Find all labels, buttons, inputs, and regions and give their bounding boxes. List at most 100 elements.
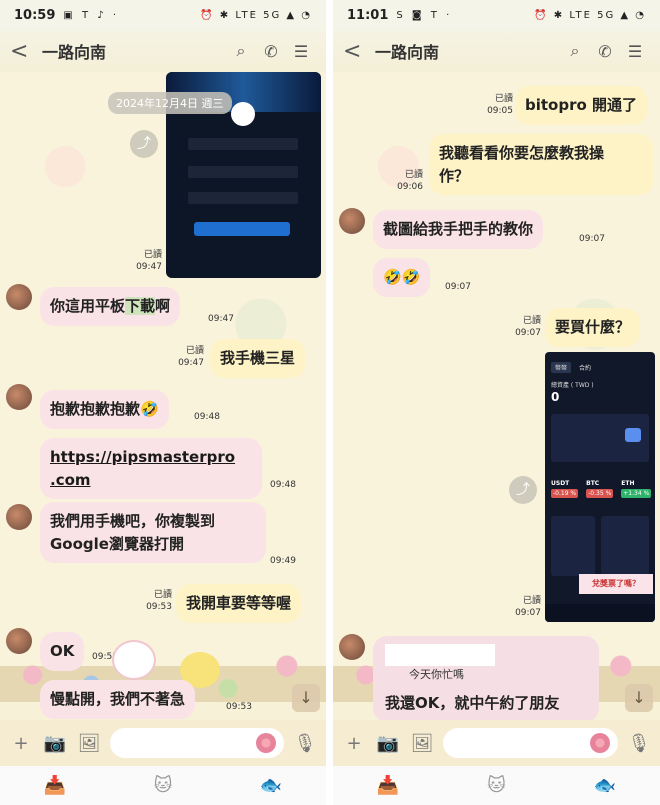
crypto-card-small bbox=[601, 516, 649, 576]
image-icon[interactable]: 🖼 bbox=[409, 733, 435, 754]
message-bubble[interactable]: 我聽看看你要怎麼教我操 作？ bbox=[429, 134, 653, 195]
crypto-bottom-nav bbox=[545, 604, 655, 622]
menu-icon[interactable]: ☰ bbox=[620, 42, 650, 61]
coin-cell: USDT -0.19 % bbox=[551, 480, 579, 498]
message-bubble[interactable]: 我手機三星 bbox=[210, 339, 306, 378]
message-meta: 已讀 09:07 bbox=[515, 316, 541, 338]
crypto-tab: 幣幣 bbox=[551, 362, 572, 373]
avatar[interactable] bbox=[6, 504, 32, 530]
cat-icon[interactable]: 🐱 bbox=[487, 775, 506, 796]
message-meta: 已讀 09:47 bbox=[178, 346, 204, 368]
back-icon[interactable]: < bbox=[343, 39, 371, 64]
search-icon[interactable]: ⌕ bbox=[560, 41, 590, 61]
chat-screen-right: 11:01 S ◙ 𝖳 · ⏰ ✱ LTE 5G ▲ ◔ < 一路向南 ⌕ ✆ … bbox=[333, 0, 660, 805]
quoted-preview bbox=[385, 644, 495, 666]
message-bubble[interactable]: 你這用平板下載啊 bbox=[40, 287, 181, 326]
share-icon[interactable]: ⤴ bbox=[130, 130, 158, 158]
chat-area[interactable]: 已讀 09:05 bitopro 開通了 已讀 09:06 我聽看看你要怎麼教我… bbox=[333, 72, 660, 722]
avatar[interactable] bbox=[6, 628, 32, 654]
message-bubble[interactable]: 抱歉抱歉抱歉🤣 bbox=[40, 390, 169, 429]
image-meta: 已讀 09:07 bbox=[515, 596, 541, 618]
message-bubble[interactable]: 慢點開，我們不著急 bbox=[40, 680, 196, 719]
reply-text: 我還OK，就中午約了朋友 bbox=[385, 694, 560, 712]
crypto-balance: 0 bbox=[551, 390, 560, 404]
inbox-icon[interactable]: 📥 bbox=[377, 775, 399, 796]
message-input[interactable] bbox=[110, 728, 284, 758]
image-avatar-icon bbox=[231, 102, 255, 126]
chat-title: 一路向南 bbox=[42, 43, 107, 62]
scroll-down-icon[interactable]: ↓ bbox=[625, 684, 653, 712]
avatar[interactable] bbox=[6, 284, 32, 310]
chat-header: < 一路向南 ⌕ ✆ ☰ bbox=[333, 30, 660, 72]
input-bar: + 📷 🖼 🎙 bbox=[0, 720, 326, 766]
plus-icon[interactable]: + bbox=[8, 733, 34, 754]
link-line[interactable]: https://pipsmasterpro bbox=[50, 446, 252, 469]
chat-header: < 一路向南 ⌕ ✆ ☰ bbox=[0, 30, 326, 72]
status-time: 11:01 bbox=[347, 7, 389, 23]
reply-message[interactable]: 今天你忙嗎 我還OK，就中午約了朋友 bbox=[373, 636, 599, 722]
mic-icon[interactable]: 🎙 bbox=[292, 733, 318, 754]
avatar[interactable] bbox=[339, 208, 365, 234]
chat-title: 一路向南 bbox=[375, 43, 440, 62]
message-bubble[interactable]: 截圖給我手把手的教你 bbox=[373, 210, 544, 249]
message-time: 09:48 bbox=[194, 412, 220, 422]
scroll-down-icon[interactable]: ↓ bbox=[292, 684, 320, 712]
input-bar: + 📷 🖼 🎙 bbox=[333, 720, 660, 766]
share-icon[interactable]: ⤴ bbox=[509, 476, 537, 504]
mic-icon[interactable]: 🎙 bbox=[626, 733, 652, 754]
avatar[interactable] bbox=[339, 634, 365, 660]
message-time: 09:07 bbox=[445, 282, 471, 292]
message-bubble[interactable]: 🤣🤣 bbox=[373, 258, 431, 297]
date-chip: 2024年12月4日 週三 bbox=[108, 92, 232, 114]
crypto-tab: 合約 bbox=[579, 365, 592, 372]
link-message[interactable]: https://pipsmasterpro .com bbox=[40, 438, 262, 499]
message-meta: 已讀 09:06 bbox=[397, 170, 423, 192]
message-bubble[interactable]: 我們用手機吧，你複製到 Google瀏覽器打開 bbox=[40, 502, 266, 563]
quoted-text: 今天你忙嗎 bbox=[409, 668, 464, 681]
screenshot-collage: 10:59 ▣ 𝖳 ♪ · ⏰ ✱ LTE 5G ▲ ◔ < 一路向南 ⌕ ✆ … bbox=[0, 0, 660, 805]
cat-icon[interactable]: 🐱 bbox=[154, 775, 173, 796]
coin-cell: ETH +1.34 % bbox=[621, 480, 652, 498]
promo-illustration bbox=[625, 428, 641, 442]
crypto-promo-card bbox=[551, 414, 649, 462]
fish-icon[interactable]: 🐟 bbox=[260, 775, 282, 796]
inbox-icon[interactable]: 📥 bbox=[44, 775, 66, 796]
avatar[interactable] bbox=[6, 384, 32, 410]
message-time: 09:53 bbox=[226, 702, 252, 712]
crypto-banner: 兌獎票了嗎？ bbox=[579, 574, 653, 594]
status-time: 10:59 bbox=[14, 7, 56, 23]
camera-icon[interactable]: 📷 bbox=[375, 733, 401, 754]
bottom-nav: 📥 🐱 🐟 bbox=[333, 766, 660, 805]
message-bubble[interactable]: OK bbox=[40, 632, 85, 671]
sticker-icon[interactable] bbox=[256, 733, 276, 753]
message-time: 09:48 bbox=[270, 480, 296, 490]
search-icon[interactable]: ⌕ bbox=[226, 41, 256, 61]
message-time: 09:07 bbox=[579, 234, 605, 244]
message-time: 09:47 bbox=[208, 314, 234, 324]
menu-icon[interactable]: ☰ bbox=[286, 42, 316, 61]
link-line[interactable]: .com bbox=[50, 469, 252, 492]
message-bubble[interactable]: 我開車要等等喔 bbox=[176, 584, 302, 623]
notification-icons: ▣ 𝖳 ♪ · bbox=[63, 9, 120, 21]
back-icon[interactable]: < bbox=[10, 39, 38, 64]
coin-cell: BTC -0.35 % bbox=[586, 480, 614, 498]
image-icon[interactable]: 🖼 bbox=[76, 733, 102, 754]
plus-icon[interactable]: + bbox=[341, 733, 367, 754]
message-bubble[interactable]: 要買什麼？ bbox=[545, 308, 641, 347]
message-bubble[interactable]: bitopro 開通了 bbox=[515, 86, 648, 125]
crypto-tabs: 幣幣 合約 bbox=[551, 362, 595, 373]
camera-icon[interactable]: 📷 bbox=[42, 733, 68, 754]
bottom-nav: 📥 🐱 🐟 bbox=[0, 766, 326, 805]
message-input[interactable] bbox=[443, 728, 618, 758]
message-meta: 已讀 09:53 bbox=[146, 590, 172, 612]
sticker-icon[interactable] bbox=[590, 733, 610, 753]
chat-area[interactable]: 2024年12月4日 週三 ⤴ 已讀 09:47 你這用平板下載啊 09:47 … bbox=[0, 72, 326, 719]
phone-icon[interactable]: ✆ bbox=[590, 42, 620, 61]
image-time: 已讀 09:47 bbox=[130, 250, 162, 273]
message-time: 09:49 bbox=[270, 556, 296, 566]
crypto-app-screenshot[interactable]: 幣幣 合約 總資產 ( TWD ) 0 USDT -0.19 % BTC -0.… bbox=[545, 352, 655, 622]
fish-icon[interactable]: 🐟 bbox=[594, 775, 616, 796]
cat-sticker bbox=[112, 640, 156, 680]
phone-icon[interactable]: ✆ bbox=[256, 42, 286, 61]
image-field bbox=[188, 138, 298, 150]
